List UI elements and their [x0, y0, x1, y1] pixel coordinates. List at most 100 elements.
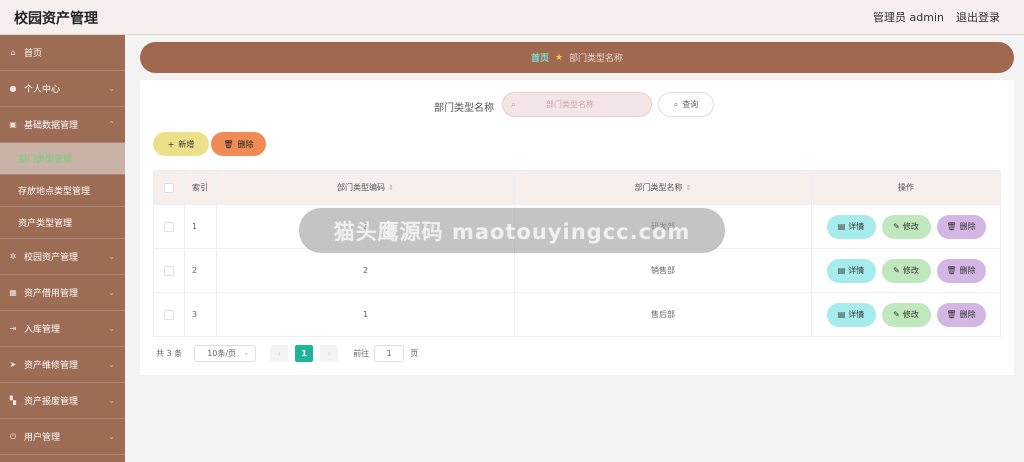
- sidebar-item-campus-assets[interactable]: ✲ 校园资产管理 ⌄: [0, 239, 125, 275]
- sidebar-subitem-dept-type[interactable]: 部门类型管理: [0, 143, 125, 175]
- header-code-label: 部门类型编码: [337, 183, 386, 192]
- search-icon: ⌕: [673, 99, 679, 109]
- next-page-button[interactable]: ›: [320, 344, 339, 362]
- apps-icon: ▚: [9, 396, 17, 405]
- row-delete-label: 删除: [959, 310, 976, 319]
- chevron-up-icon: ⌃: [108, 120, 115, 129]
- sort-icon[interactable]: ⇕: [388, 184, 394, 192]
- edit-icon: ✎: [893, 222, 900, 231]
- sidebar-item-repair[interactable]: ➤ 资产维修管理 ⌄: [0, 347, 125, 383]
- edit-label: 修改: [902, 310, 919, 319]
- sidebar-item-label: 资产报废管理: [24, 397, 79, 407]
- row-ops: ▤ 详情 ✎ 修改 🗑 删除: [812, 249, 1000, 292]
- sidebar-item-label: 资产借用管理: [24, 289, 79, 299]
- detail-button[interactable]: ▤ 详情: [826, 302, 876, 327]
- sidebar-item-profile[interactable]: ● 个人中心 ⌄: [0, 71, 125, 107]
- edit-label: 修改: [902, 222, 919, 231]
- current-user: 管理员 admin: [873, 11, 944, 24]
- query-button[interactable]: ⌕ 查询: [658, 92, 714, 117]
- sidebar-item-label: 用户管理: [24, 433, 61, 443]
- prev-page-button[interactable]: ‹: [270, 344, 289, 362]
- edit-button[interactable]: ✎ 修改: [881, 258, 931, 283]
- breadcrumb: 首页 ★ 部门类型名称: [140, 42, 1014, 73]
- search-placeholder: 部门类型名称: [546, 100, 595, 109]
- chevron-down-icon: ⌄: [243, 348, 250, 357]
- header-code[interactable]: 部门类型编码 ⇕: [217, 171, 515, 204]
- search-label: 部门类型名称: [434, 103, 494, 114]
- row-index: 2: [185, 249, 217, 292]
- sidebar: ⌂ 首页 ● 个人中心 ⌄ ▣ 基础数据管理 ⌃ 部门类型管理 存放地点类型管理…: [0, 35, 125, 462]
- row-checkbox[interactable]: [164, 265, 174, 276]
- row-delete-button[interactable]: 🗑 删除: [936, 258, 986, 283]
- edit-label: 修改: [902, 266, 919, 275]
- page-number-current[interactable]: 1: [295, 344, 314, 362]
- header-name[interactable]: 部门类型名称 ⇕: [515, 171, 812, 204]
- goto-page-input[interactable]: 1: [374, 344, 405, 362]
- sidebar-item-basic-data[interactable]: ▣ 基础数据管理 ⌃: [0, 107, 125, 143]
- home-icon: ⌂: [10, 48, 16, 57]
- chevron-down-icon: ⌄: [108, 432, 115, 441]
- header-checkbox-cell: [154, 171, 185, 204]
- top-bar: 校园资产管理 管理员 admin 退出登录: [0, 0, 1024, 35]
- data-table: 索引 部门类型编码⇕ 部门类型名称⇕ 操作 1 3 研发部 ▤详情 ✎修改 🗑删…: [153, 170, 1001, 337]
- edit-button[interactable]: ✎ 修改: [881, 214, 931, 239]
- sidebar-item-users[interactable]: ⏻ 用户管理 ⌄: [0, 419, 125, 455]
- edit-icon: ✎: [893, 266, 900, 275]
- row-index: 3: [185, 293, 217, 336]
- table-row: 3 1 售后部 ▤ 详情 ✎ 修改 🗑 删除: [153, 293, 1001, 337]
- sort-icon[interactable]: ⇕: [686, 184, 692, 192]
- sidebar-item-label: 校园资产管理: [24, 253, 79, 263]
- power-icon: ⏻: [9, 431, 17, 441]
- breadcrumb-current: 部门类型名称: [569, 54, 624, 64]
- sidebar-subitem-asset-type[interactable]: 资产类型管理: [0, 207, 125, 239]
- gear-icon: ✲: [9, 252, 17, 261]
- row-checkbox[interactable]: [164, 221, 174, 232]
- detail-label: 详情: [848, 310, 865, 319]
- table-row: 2 2 销售部 ▤ 详情 ✎ 修改 🗑 删除: [153, 249, 1001, 293]
- document-icon: ▤: [837, 266, 846, 275]
- trash-icon: 🗑: [946, 310, 957, 319]
- detail-label: 详情: [848, 222, 865, 231]
- row-checkbox-cell: [154, 249, 185, 292]
- logout-link[interactable]: 退出登录: [956, 9, 1000, 25]
- table-header: 索引 部门类型编码 ⇕ 部门类型名称 ⇕ 操作: [153, 170, 1001, 205]
- plus-icon: +: [167, 139, 175, 149]
- chevron-down-icon: ⌄: [108, 84, 115, 93]
- page-size-select[interactable]: 10条/页 ⌄: [194, 344, 257, 362]
- batch-delete-button[interactable]: 🗑 删除: [211, 132, 266, 156]
- row-code: 1: [217, 293, 515, 336]
- trash-icon: 🗑: [946, 266, 957, 275]
- detail-button[interactable]: ▤ 详情: [826, 258, 876, 283]
- sidebar-subitem-location-type[interactable]: 存放地点类型管理: [0, 175, 125, 207]
- search-icon: ⌕: [511, 99, 517, 110]
- grid-icon: ▦: [9, 288, 17, 297]
- trash-icon: 🗑: [946, 222, 957, 231]
- row-delete-button[interactable]: 🗑 删除: [936, 214, 986, 239]
- sidebar-item-borrow[interactable]: ▦ 资产借用管理 ⌄: [0, 275, 125, 311]
- add-button[interactable]: + 新增: [153, 132, 209, 156]
- row-delete-label: 删除: [959, 222, 976, 231]
- chevron-down-icon: ⌄: [108, 288, 115, 297]
- watermark-banner: 猫头鹰源码 maotouyingcc.com: [299, 208, 725, 253]
- sidebar-item-stock-in[interactable]: ⇥ 入库管理 ⌄: [0, 311, 125, 347]
- row-checkbox-cell: [154, 205, 185, 248]
- query-label: 查询: [682, 100, 699, 109]
- sidebar-item-home[interactable]: ⌂ 首页: [0, 35, 125, 71]
- row-delete-button[interactable]: 🗑 删除: [936, 302, 986, 327]
- breadcrumb-home[interactable]: 首页: [531, 51, 549, 64]
- edit-button[interactable]: ✎ 修改: [881, 302, 931, 327]
- search-input[interactable]: ⌕ 部门类型名称: [502, 92, 652, 117]
- chevron-down-icon: ⌄: [108, 324, 115, 333]
- row-delete-label: 删除: [959, 266, 976, 275]
- row-checkbox[interactable]: [164, 309, 174, 320]
- document-icon: ▤: [837, 222, 846, 231]
- header-name-label: 部门类型名称: [634, 183, 683, 192]
- row-ops: ▤ 详情 ✎ 修改 🗑 删除: [812, 205, 1000, 248]
- header-index: 索引: [185, 171, 217, 204]
- detail-button[interactable]: ▤ 详情: [826, 214, 876, 239]
- row-name: 售后部: [515, 293, 812, 336]
- page-suffix: 页: [410, 348, 419, 358]
- sidebar-item-scrap[interactable]: ▚ 资产报废管理 ⌄: [0, 383, 125, 419]
- folder-icon: ▣: [9, 120, 17, 129]
- select-all-checkbox[interactable]: [164, 182, 174, 193]
